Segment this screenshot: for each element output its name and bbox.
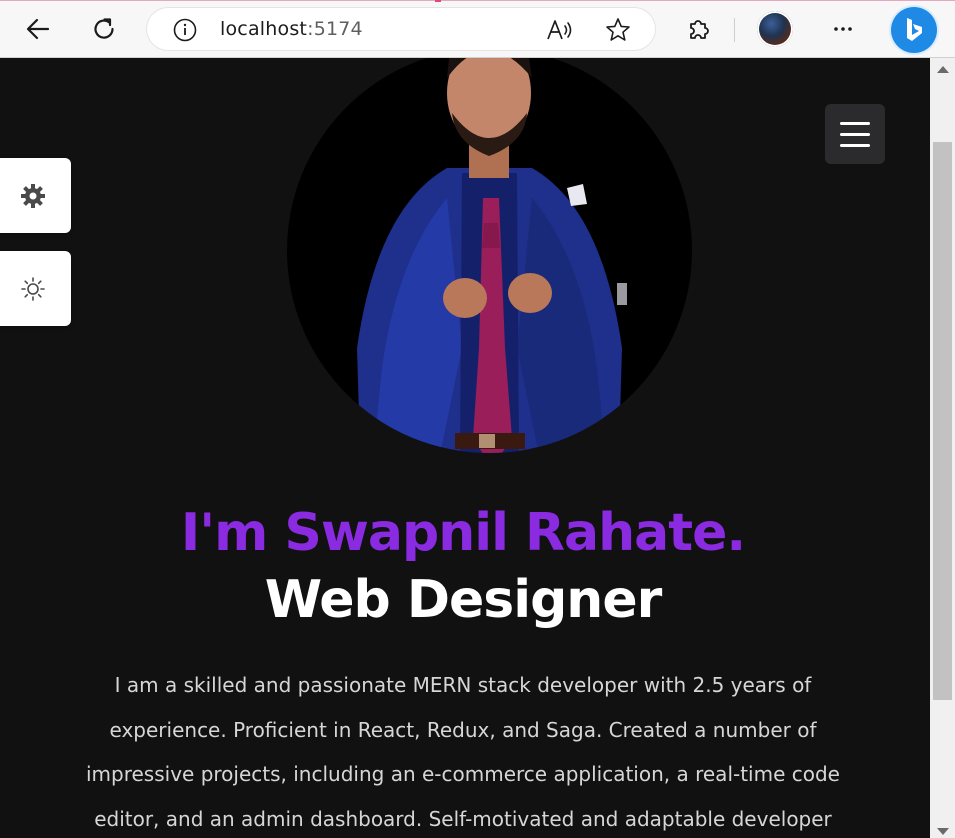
back-button[interactable] xyxy=(18,9,58,49)
hamburger-menu-button[interactable] xyxy=(825,104,885,164)
extensions-button[interactable] xyxy=(679,9,719,49)
profile-photo xyxy=(287,58,692,453)
url-host: localhost xyxy=(220,18,308,40)
bing-icon xyxy=(907,18,922,41)
refresh-icon xyxy=(94,18,114,39)
scroll-down-arrow-icon[interactable] xyxy=(937,828,949,835)
star-icon[interactable] xyxy=(604,16,632,44)
read-aloud-icon[interactable] xyxy=(546,17,576,43)
puzzle-icon xyxy=(690,20,709,39)
address-bar[interactable]: localhost:5174 xyxy=(146,7,656,51)
theme-toggle-button[interactable] xyxy=(0,251,71,326)
hamburger-menu-icon-bar-2 xyxy=(840,132,870,136)
page-scrollbar-thumb[interactable] xyxy=(933,142,952,700)
more-icon xyxy=(834,27,852,31)
gear-icon xyxy=(20,183,45,208)
info-icon[interactable] xyxy=(172,17,198,43)
profile-photo-illustration xyxy=(357,58,627,453)
refresh-button[interactable] xyxy=(84,9,124,49)
window-top-border xyxy=(0,0,955,1)
active-tab-indicator xyxy=(435,0,441,2)
hero-bio: I am a skilled and passionate MERN stack… xyxy=(85,673,840,831)
hero-role: Web Designer xyxy=(264,570,662,630)
scroll-up-arrow-icon[interactable] xyxy=(937,66,949,73)
hero-name: I'm Swapnil Rahate. xyxy=(180,503,746,563)
arrow-left-icon xyxy=(26,18,50,40)
url-port: :5174 xyxy=(307,18,363,40)
settings-button[interactable] xyxy=(0,158,71,233)
page-content: I'm Swapnil Rahate. Web Designer I am a … xyxy=(0,58,930,838)
hamburger-menu-icon-bar-3 xyxy=(840,143,870,147)
more-button[interactable] xyxy=(823,9,863,49)
sun-icon xyxy=(20,276,45,301)
address-url[interactable]: localhost:5174 xyxy=(220,18,363,40)
toolbar-separator xyxy=(734,18,735,42)
copilot-button[interactable] xyxy=(891,7,937,53)
hamburger-menu-icon-bar-1 xyxy=(840,121,870,125)
browser-toolbar: localhost:5174 xyxy=(0,0,955,58)
avatar[interactable] xyxy=(757,11,793,47)
